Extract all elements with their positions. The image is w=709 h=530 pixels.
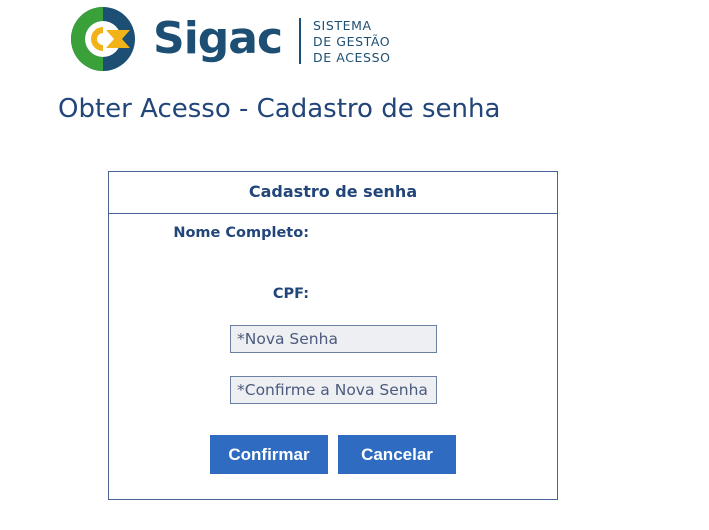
new-password-input[interactable] — [230, 325, 437, 353]
panel-header: Cadastro de senha — [109, 172, 557, 214]
password-form-panel: Cadastro de senha Nome Completo: CPF: Co… — [108, 171, 558, 500]
cancel-button[interactable]: Cancelar — [338, 435, 456, 474]
site-header: Sigac SISTEMA DE GESTÃO DE ACESSO — [70, 6, 410, 74]
tagline-line-3: DE ACESSO — [313, 50, 391, 65]
logo-divider — [299, 18, 301, 64]
tagline-line-2: DE GESTÃO — [313, 34, 391, 49]
nome-completo-label: Nome Completo: — [173, 225, 309, 241]
cpf-label: CPF: — [272, 286, 309, 302]
confirm-password-input[interactable] — [230, 376, 437, 404]
logo-wordmark: Sigac — [153, 13, 283, 64]
sigac-logo-icon — [71, 7, 135, 71]
logo-tagline: SISTEMA DE GESTÃO DE ACESSO — [313, 18, 391, 66]
tagline-line-1: SISTEMA — [313, 18, 372, 33]
confirm-button[interactable]: Confirmar — [210, 435, 328, 474]
page-title: Obter Acesso - Cadastro de senha — [58, 94, 501, 124]
